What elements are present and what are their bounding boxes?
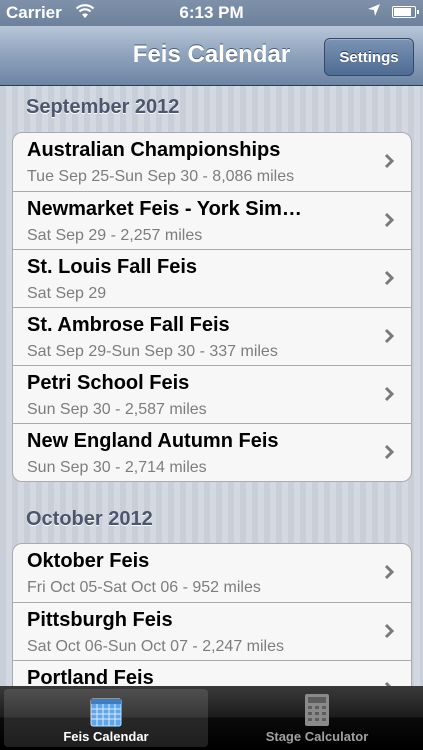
event-name: Newmarket Feis - York Sim… bbox=[27, 198, 302, 220]
navigation-bar: Feis Calendar Settings bbox=[0, 26, 423, 86]
list-item[interactable]: Oktober Feis Fri Oct 05-Sat Oct 06 - 952… bbox=[13, 544, 411, 602]
event-name: Australian Championships bbox=[27, 139, 281, 161]
tab-label: Stage Calculator bbox=[265, 729, 369, 744]
event-detail: Sat Sep 29-Sun Sep 30 - 337 miles bbox=[27, 343, 278, 360]
tab-stage-calculator[interactable]: Stage Calculator bbox=[215, 689, 419, 747]
tab-label: Feis Calendar bbox=[63, 729, 149, 744]
section-header-september: September 2012 bbox=[26, 96, 180, 118]
list-item[interactable]: Portland Feis bbox=[13, 660, 411, 686]
event-name: St. Ambrose Fall Feis bbox=[27, 314, 230, 336]
event-name: Oktober Feis bbox=[27, 550, 150, 572]
list-item[interactable]: Petri School Feis Sun Sep 30 - 2,587 mil… bbox=[13, 365, 411, 423]
event-name: St. Louis Fall Feis bbox=[27, 256, 198, 278]
status-time: 6:13 PM bbox=[179, 3, 244, 22]
tab-feis-calendar[interactable]: Feis Calendar bbox=[4, 689, 208, 747]
battery-icon bbox=[392, 6, 419, 18]
calendar-icon bbox=[90, 698, 122, 727]
chevron-right-icon bbox=[384, 270, 395, 286]
event-list[interactable]: September 2012 Australian Championships … bbox=[0, 86, 423, 686]
tab-bar: Feis Calendar Stage Calculator bbox=[0, 686, 423, 750]
event-name: Pittsburgh Feis bbox=[27, 609, 173, 631]
event-name: Petri School Feis bbox=[27, 372, 190, 394]
calculator-icon bbox=[305, 694, 329, 726]
section-header-october: October 2012 bbox=[26, 508, 153, 530]
list-item[interactable]: St. Louis Fall Feis Sat Sep 29 bbox=[13, 249, 411, 307]
chevron-right-icon bbox=[384, 444, 395, 460]
list-item[interactable]: Pittsburgh Feis Sat Oct 06-Sun Oct 07 - … bbox=[13, 602, 411, 660]
event-detail: Tue Sep 25-Sun Sep 30 - 8,086 miles bbox=[27, 168, 295, 185]
event-detail: Fri Oct 05-Sat Oct 06 - 952 miles bbox=[27, 579, 261, 596]
status-bar: Carrier 6:13 PM bbox=[0, 0, 423, 26]
chevron-right-icon bbox=[384, 212, 395, 228]
location-arrow-icon bbox=[367, 3, 381, 20]
chevron-right-icon bbox=[384, 623, 395, 639]
event-group-september: Australian Championships Tue Sep 25-Sun … bbox=[12, 132, 412, 482]
settings-button[interactable]: Settings bbox=[324, 38, 414, 76]
event-group-october: Oktober Feis Fri Oct 05-Sat Oct 06 - 952… bbox=[12, 543, 412, 686]
list-item[interactable]: Australian Championships Tue Sep 25-Sun … bbox=[13, 133, 411, 191]
event-detail: Sat Sep 29 bbox=[27, 285, 107, 302]
event-name: Portland Feis bbox=[27, 667, 154, 686]
event-detail: Sun Sep 30 - 2,587 miles bbox=[27, 401, 207, 418]
event-detail: Sun Sep 30 - 2,714 miles bbox=[27, 459, 207, 476]
chevron-right-icon bbox=[384, 153, 395, 169]
event-detail: Sat Oct 06-Sun Oct 07 - 2,247 miles bbox=[27, 638, 285, 655]
chevron-right-icon bbox=[384, 386, 395, 402]
chevron-right-icon bbox=[384, 328, 395, 344]
event-name: New England Autumn Feis bbox=[27, 430, 279, 452]
event-detail: Sat Sep 29 - 2,257 miles bbox=[27, 227, 203, 244]
chevron-right-icon bbox=[384, 564, 395, 580]
list-item[interactable]: New England Autumn Feis Sun Sep 30 - 2,7… bbox=[13, 423, 411, 481]
list-item[interactable]: Newmarket Feis - York Sim… Sat Sep 29 - … bbox=[13, 191, 411, 249]
list-item[interactable]: St. Ambrose Fall Feis Sat Sep 29-Sun Sep… bbox=[13, 307, 411, 365]
